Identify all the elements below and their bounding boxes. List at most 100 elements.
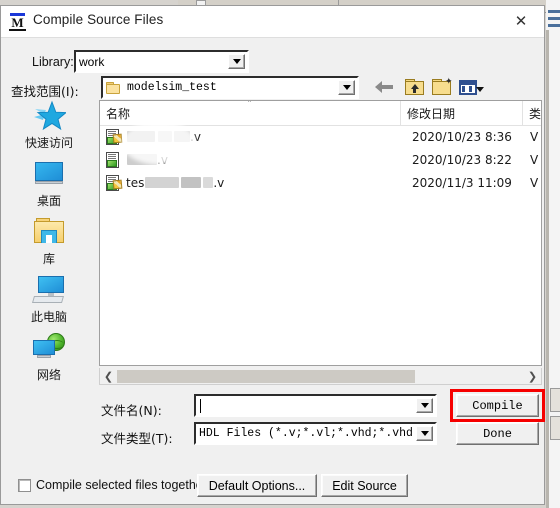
library-combo[interactable]: work [74, 50, 249, 73]
file-name-cell: .v [100, 128, 406, 145]
redacted-filename [158, 131, 172, 142]
file-type-value: HDL Files (*.v;*.vl;*.vhd;*.vhdl;*.vh [199, 427, 414, 440]
sidebar-item-desktop[interactable]: 桌面 [3, 158, 95, 216]
window-title: Compile Source Files [33, 12, 164, 27]
file-type-dropdown-arrow-icon[interactable] [416, 426, 433, 441]
file-name-input[interactable] [194, 394, 437, 417]
file-date-cell: 2020/10/23 8:22 [412, 152, 512, 167]
background-button-1 [550, 388, 560, 412]
logo-letter: M [9, 16, 26, 31]
sort-ascending-icon: ˄ [247, 100, 252, 110]
file-name-label: 文件名(N): [101, 403, 162, 418]
sidebar-item-libraries[interactable]: 库 [3, 216, 95, 274]
back-button[interactable] [372, 76, 396, 98]
file-name-suffix: .v [190, 129, 201, 144]
column-header-name[interactable]: 名称 ˄ [100, 101, 401, 125]
look-in-combo[interactable]: modelsim_test [101, 76, 359, 99]
redacted-filename [145, 177, 180, 188]
network-globe-icon [32, 332, 66, 364]
change-view-button[interactable] [456, 76, 484, 98]
new-folder-button[interactable]: ✦ [429, 76, 453, 98]
background-accent-line-3 [548, 24, 560, 27]
file-type-cell: V [530, 175, 539, 190]
sidebar-item-label: 此电脑 [30, 310, 67, 324]
file-name-cell: .v [100, 151, 406, 168]
sidebar-item-label: 库 [42, 252, 55, 266]
compile-button[interactable]: Compile [456, 394, 539, 417]
scroll-right-icon[interactable]: ❯ [524, 369, 541, 384]
column-header-label: 名称 [106, 106, 131, 121]
file-name-cell: tes .v [100, 174, 406, 191]
table-row[interactable]: .v 2020/10/23 8:22 V [100, 148, 541, 171]
this-pc-icon [31, 274, 66, 306]
verilog-file-icon [106, 174, 123, 191]
library-label: Library: [32, 55, 74, 69]
sidebar-item-quick-access[interactable]: 快速访问 [3, 100, 95, 158]
background-accent-line-1 [548, 10, 560, 13]
file-name-suffix: .v [157, 152, 168, 167]
verilog-file-icon [106, 151, 121, 168]
file-type-cell: V [530, 152, 539, 167]
table-row[interactable]: tes .v 2020/11/3 11:09 V [100, 171, 541, 194]
look-in-label: 查找范围(I): [11, 84, 79, 99]
compile-together-label: Compile selected files together [36, 478, 207, 492]
file-date-cell: 2020/11/3 11:09 [412, 175, 512, 190]
compile-source-files-dialog: M Compile Source Files ✕ Library: work 查… [0, 5, 545, 505]
default-options-button[interactable]: Default Options... [197, 474, 317, 497]
redacted-filename [181, 177, 202, 188]
file-list[interactable]: 名称 ˄ 修改日期 类 .v 2020/10/23 8:36 V .v 2020… [99, 100, 542, 366]
background-accent-line-2 [548, 17, 560, 20]
column-header-label: 类 [528, 106, 541, 121]
scroll-left-icon[interactable]: ❮ [100, 369, 117, 384]
look-in-dropdown-arrow-icon[interactable] [338, 80, 355, 95]
library-combo-value: work [79, 54, 105, 69]
sidebar-item-network[interactable]: 网络 [3, 332, 95, 390]
places-sidebar: 快速访问 桌面 库 此电脑 网络 [3, 100, 95, 382]
background-vertical-edge [546, 30, 549, 508]
file-date-cell: 2020/10/23 8:36 [412, 129, 512, 144]
file-type-cell: V [530, 129, 539, 144]
text-cursor [200, 399, 201, 413]
sidebar-item-label: 快速访问 [24, 136, 73, 150]
title-bar: M Compile Source Files ✕ [1, 6, 544, 38]
file-name-dropdown-arrow-icon[interactable] [416, 398, 433, 413]
file-list-header: 名称 ˄ 修改日期 类 [100, 101, 541, 126]
modelsim-logo-icon: M [9, 13, 26, 31]
close-icon[interactable]: ✕ [498, 6, 544, 36]
library-dropdown-arrow-icon[interactable] [228, 54, 245, 69]
file-type-combo[interactable]: HDL Files (*.v;*.vl;*.vhd;*.vhdl;*.vh [194, 422, 437, 445]
sidebar-item-label: 桌面 [36, 194, 61, 208]
star-icon [32, 100, 66, 132]
horizontal-scrollbar[interactable]: ❮ ❯ [99, 368, 542, 385]
file-name-suffix: .v [213, 175, 225, 190]
file-list-rows: .v 2020/10/23 8:36 V .v 2020/10/23 8:22 [100, 121, 541, 365]
change-view-icon [459, 79, 484, 95]
redacted-filename [203, 177, 214, 188]
verilog-file-icon [106, 128, 123, 145]
screen: M Compile Source Files ✕ Library: work 查… [0, 0, 560, 508]
edit-source-button[interactable]: Edit Source [321, 474, 408, 497]
background-button-2 [550, 416, 560, 440]
scrollbar-thumb[interactable] [117, 369, 415, 383]
library-folder-icon [32, 216, 66, 248]
done-button[interactable]: Done [456, 422, 539, 445]
redacted-filename [174, 131, 190, 142]
scrollbar-track[interactable] [117, 369, 524, 384]
monitor-icon [32, 158, 66, 190]
file-type-label: 文件类型(T): [101, 431, 173, 446]
column-header-date[interactable]: 修改日期 [401, 101, 523, 125]
up-one-level-button[interactable] [402, 76, 426, 98]
column-header-type[interactable]: 类 [523, 101, 541, 125]
back-arrow-icon [375, 81, 393, 93]
compile-together-checkbox[interactable] [18, 479, 31, 492]
sidebar-item-this-pc[interactable]: 此电脑 [3, 274, 95, 332]
redacted-filename [127, 154, 157, 165]
up-one-level-icon [404, 79, 424, 95]
redacted-filename [127, 131, 155, 142]
sidebar-item-label: 网络 [36, 368, 61, 382]
folder-icon [106, 81, 120, 94]
look-in-value: modelsim_test [127, 81, 217, 94]
table-row[interactable]: .v 2020/10/23 8:36 V [100, 125, 541, 148]
column-header-label: 修改日期 [406, 106, 455, 121]
file-name-prefix: tes [126, 175, 145, 190]
